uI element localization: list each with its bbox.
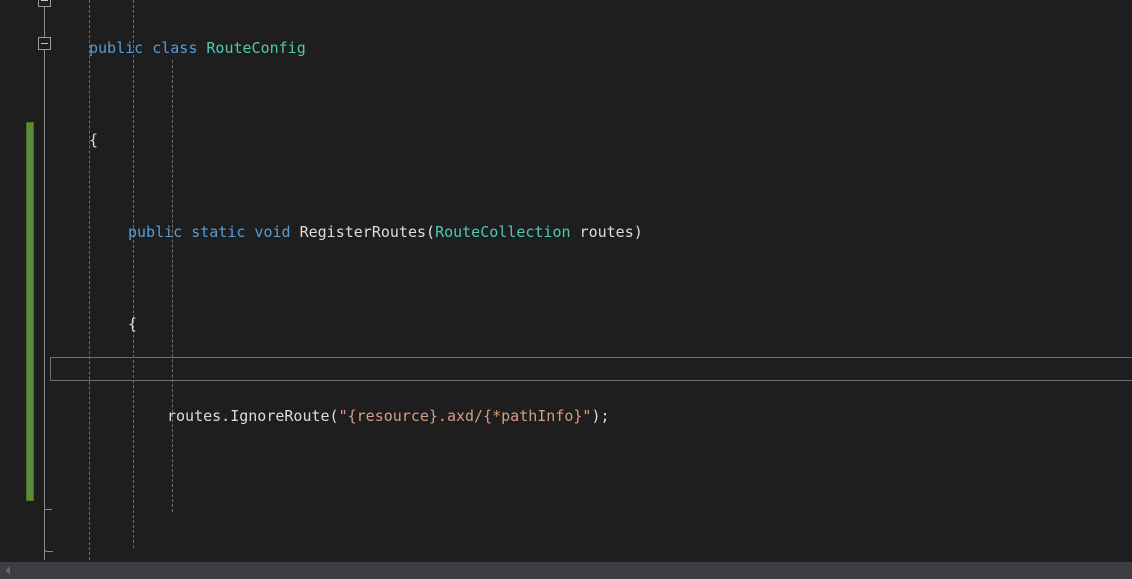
code-line[interactable]: { bbox=[0, 313, 1132, 336]
code-line[interactable]: routes.IgnoreRoute("{resource}.axd/{*pat… bbox=[0, 405, 1132, 428]
code-text[interactable]: public class RouteConfig { public static… bbox=[0, 0, 1132, 579]
scroll-left-arrow-icon[interactable] bbox=[0, 562, 17, 579]
token-call: routes.IgnoreRoute( bbox=[167, 407, 339, 425]
scrollbar-thumb[interactable] bbox=[17, 564, 1132, 577]
token-method-name: RegisterRoutes( bbox=[290, 223, 436, 241]
token-keyword: public static void bbox=[128, 223, 291, 241]
token-type: RouteCollection bbox=[435, 223, 571, 241]
token-keyword: public class bbox=[89, 39, 198, 57]
token-type: RouteConfig bbox=[206, 39, 306, 57]
code-line[interactable]: { bbox=[0, 129, 1132, 152]
code-editor-surface[interactable]: public class RouteConfig { public static… bbox=[0, 0, 1132, 579]
token-string: "{resource}.axd/{*pathInfo}" bbox=[338, 407, 592, 425]
token-param: routes) bbox=[570, 223, 643, 241]
token-punct: ); bbox=[591, 407, 610, 425]
horizontal-scrollbar[interactable] bbox=[0, 562, 1132, 579]
token-brace: { bbox=[128, 315, 138, 333]
code-line-blank[interactable] bbox=[0, 497, 1132, 520]
code-line[interactable]: public static void RegisterRoutes(RouteC… bbox=[0, 221, 1132, 244]
token-brace: { bbox=[89, 131, 99, 149]
code-line[interactable]: public class RouteConfig bbox=[0, 37, 1132, 60]
